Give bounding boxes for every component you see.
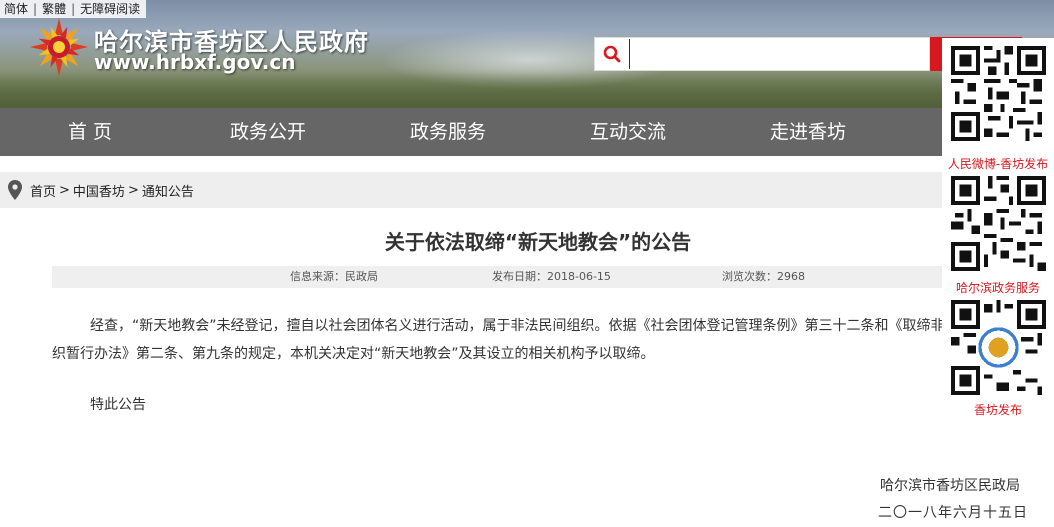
views-value: 2968 xyxy=(777,270,805,283)
article-meta: 信息来源：民政局 发布日期：2018-06-15 浏览次数：2968 xyxy=(52,266,1002,288)
date-meta: 发布日期：2018-06-15 xyxy=(492,266,611,288)
qr-code-gov-service[interactable] xyxy=(947,172,1050,275)
header-banner: 简体 | 繁體 | 无障碍阅读 哈尔滨市香坊区人民政府 www.hrbxf.go… xyxy=(0,0,1054,108)
qr-code-xiangfang[interactable] xyxy=(947,296,1050,399)
article-note: 特此公告 xyxy=(90,397,146,413)
nav-item-gov-services[interactable]: 政务服务 xyxy=(402,108,494,156)
banner-field xyxy=(0,72,1054,108)
main-nav: 首 页 政务公开 政务服务 互动交流 走进香坊 xyxy=(0,108,1054,156)
nav-item-interaction[interactable]: 互动交流 xyxy=(582,108,674,156)
date-value: 2018-06-15 xyxy=(547,270,611,283)
article-title: 关于依法取缔“新天地教会”的公告 xyxy=(384,230,692,254)
article-body: 经查，“新天地教会”未经登记，擅自以社会团体名义进行活动，属于非法民间组织。依据… xyxy=(52,318,1001,362)
breadcrumb-level1[interactable]: 中国香坊 xyxy=(73,181,125,200)
search-input[interactable] xyxy=(629,39,909,69)
nav-item-home[interactable]: 首 页 xyxy=(62,108,118,156)
source-meta: 信息来源：民政局 xyxy=(290,266,378,288)
views-meta: 浏览次数：2968 xyxy=(722,266,805,288)
article-sign-date: 二〇一八年六月十五日 xyxy=(878,505,1028,521)
qr-label-xiangfang: 香坊发布 xyxy=(973,403,1022,417)
source-label: 信息来源： xyxy=(290,270,345,283)
qr-code-column: 人民微博-香坊发布 哈尔滨政务服务 香坊发布 xyxy=(942,38,1054,418)
breadcrumb-home[interactable]: 首页 xyxy=(30,181,56,200)
date-label: 发布日期： xyxy=(492,270,547,283)
breadcrumb-separator: > xyxy=(127,182,139,198)
breadcrumb-separator: > xyxy=(59,182,70,198)
breadcrumb: 首页 > 中国香坊 > 通知公告 xyxy=(0,172,1054,208)
search-icon[interactable] xyxy=(595,37,629,71)
source-value: 民政局 xyxy=(345,270,378,283)
nav-item-gov-affairs[interactable]: 政务公开 xyxy=(222,108,314,156)
site-url[interactable]: www.hrbxf.gov.cn xyxy=(94,50,295,74)
search-box xyxy=(594,37,930,71)
qr-label-gov-service: 哈尔滨政务服务 xyxy=(955,281,1040,295)
location-pin-icon xyxy=(0,172,30,208)
lilac-logo-icon xyxy=(30,18,88,76)
simplified-link[interactable]: 简体 xyxy=(4,0,28,18)
nav-item-about-xiangfang[interactable]: 走进香坊 xyxy=(762,108,854,156)
views-label: 浏览次数： xyxy=(722,270,777,283)
article-signer: 哈尔滨市香坊区民政局 xyxy=(880,478,1020,494)
breadcrumb-current: 通知公告 xyxy=(141,184,194,200)
qr-label-weibo: 人民微博-香坊发布 xyxy=(947,157,1049,171)
qr-code-weibo[interactable] xyxy=(947,42,1050,145)
